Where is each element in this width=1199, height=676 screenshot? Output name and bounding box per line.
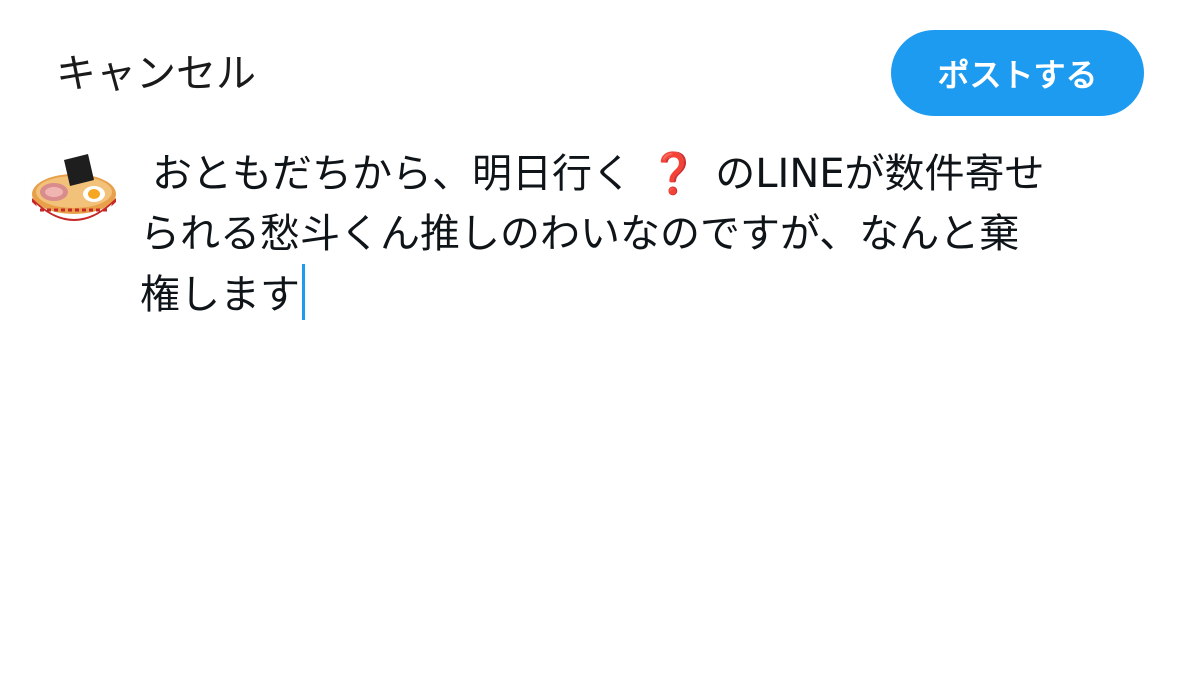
composer-text-part: おともだちから、明日行く (152, 151, 632, 197)
cancel-button[interactable]: キャンセル (56, 50, 256, 98)
post-button[interactable]: ポストする (891, 30, 1144, 116)
composer-line-2: られる愁斗くん推しのわいなのですが、なんと棄 (140, 211, 1020, 257)
composer-line-3: 権します (140, 264, 1170, 324)
question-mark-emoji: ❓ (648, 151, 699, 197)
tweet-composer-textarea[interactable]: おともだちから、明日行く ❓ のLINEが数件寄せ られる愁斗くん推しのわいなの… (140, 144, 1170, 324)
composer-text-part: のLINEが数件寄せ (715, 151, 1045, 197)
avatar[interactable] (24, 140, 124, 240)
text-caret (302, 264, 305, 320)
ramen-bowl-icon (24, 140, 124, 240)
composer-line-1: おともだちから、明日行く ❓ のLINEが数件寄せ (140, 144, 1170, 204)
composer-text-part: 権します (140, 272, 300, 318)
